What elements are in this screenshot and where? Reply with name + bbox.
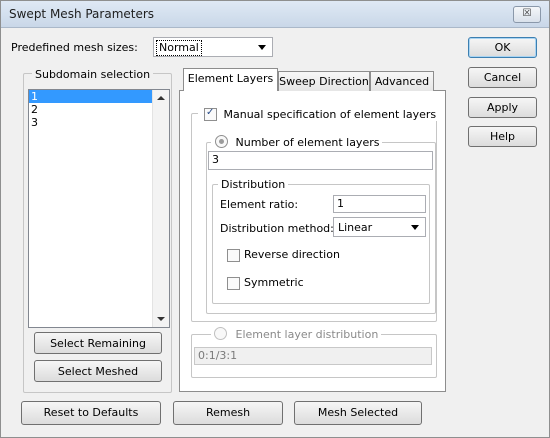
mesh-selected-button[interactable]: Mesh Selected — [294, 401, 422, 425]
mesh-sizes-select[interactable]: Normal — [153, 37, 273, 57]
cancel-button[interactable]: Cancel — [468, 67, 537, 88]
ratio-input[interactable]: 1 — [333, 195, 426, 213]
select-remaining-button[interactable]: Select Remaining — [34, 332, 162, 354]
title-bar: Swept Mesh Parameters ☒ — [1, 1, 549, 28]
list-item[interactable]: 1 — [29, 90, 169, 103]
scroll-up-icon[interactable] — [157, 96, 165, 100]
layer-dist-label: Element layer distribution — [235, 328, 379, 341]
scroll-down-icon[interactable] — [157, 317, 165, 321]
subdomain-title: Subdomain selection — [32, 68, 154, 81]
method-select[interactable]: Linear — [333, 217, 426, 237]
select-meshed-button[interactable]: Select Meshed — [34, 360, 162, 382]
check-mark-icon: ✓ — [206, 107, 215, 118]
reverse-label: Reverse direction — [244, 248, 340, 261]
close-button[interactable]: ☒ — [513, 6, 541, 23]
manual-spec-checkbox[interactable]: ✓ — [204, 107, 217, 121]
method-label: Distribution method: — [220, 222, 334, 235]
window-title: Swept Mesh Parameters — [9, 7, 155, 21]
distribution-title: Distribution — [218, 178, 289, 191]
mesh-sizes-value: Normal — [156, 40, 202, 56]
help-button[interactable]: Help — [468, 126, 537, 147]
symmetric-checkbox[interactable] — [227, 277, 240, 290]
reset-defaults-button[interactable]: Reset to Defaults — [21, 401, 161, 425]
chevron-down-icon — [258, 45, 266, 50]
radio-dot-icon — [219, 139, 224, 144]
list-item[interactable]: 3 — [29, 116, 169, 129]
number-layers-input[interactable]: 3 — [208, 151, 433, 170]
ratio-label: Element ratio: — [220, 198, 299, 211]
tab-element-layers[interactable]: Element Layers — [183, 68, 278, 91]
layer-dist-title: Element layer distribution — [211, 327, 382, 341]
symmetric-label: Symmetric — [244, 276, 304, 289]
reverse-checkbox[interactable] — [227, 249, 240, 262]
apply-button[interactable]: Apply — [468, 97, 537, 118]
tab-advanced[interactable]: Advanced — [370, 71, 434, 91]
ok-button[interactable]: OK — [468, 37, 537, 58]
number-layers-title: Number of element layers — [211, 135, 383, 149]
layer-dist-input[interactable]: 0:1/3:1 — [194, 347, 432, 365]
list-scrollbar[interactable] — [152, 90, 169, 327]
subdomain-list[interactable]: 1 2 3 — [28, 89, 170, 328]
layer-dist-radio[interactable] — [214, 327, 227, 340]
tab-sweep-direction[interactable]: Sweep Direction — [278, 71, 370, 91]
number-layers-label: Number of element layers — [235, 136, 380, 149]
swept-mesh-dialog: Swept Mesh Parameters ☒ Predefined mesh … — [0, 0, 550, 438]
manual-spec-title: ✓ Manual specification of element layers — [198, 107, 440, 121]
mesh-sizes-label: Predefined mesh sizes: — [11, 41, 138, 54]
list-item[interactable]: 2 — [29, 103, 169, 116]
number-layers-radio[interactable] — [215, 135, 228, 148]
remesh-button[interactable]: Remesh — [173, 401, 283, 425]
method-value: Linear — [338, 221, 373, 234]
manual-spec-label: Manual specification of element layers — [223, 108, 437, 121]
chevron-down-icon — [411, 225, 419, 230]
